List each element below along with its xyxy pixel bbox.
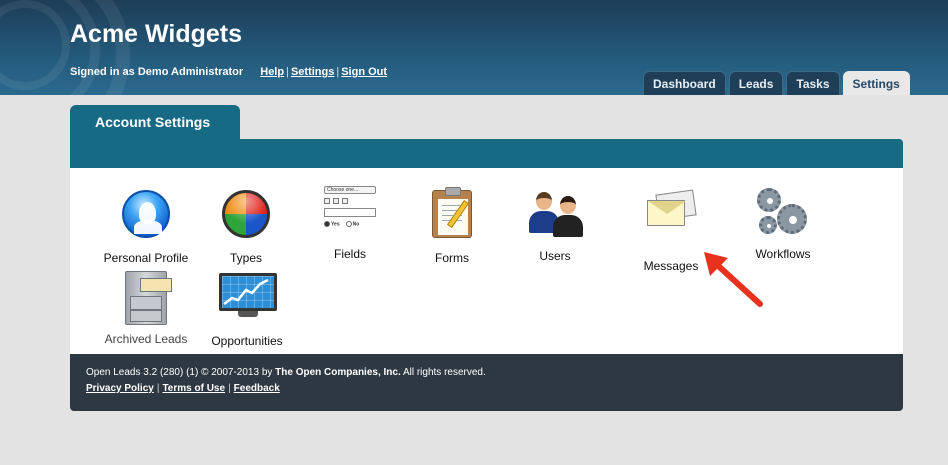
app-header: Acme Widgets Signed in as Demo Administr…: [0, 0, 948, 95]
settings-item-label: Users: [539, 249, 571, 263]
form-fields-icon: Choose one... Yes No: [322, 186, 378, 242]
settings-item-label: Types: [229, 251, 262, 265]
settings-item-forms[interactable]: Forms: [397, 186, 507, 265]
settings-item-label: Fields: [333, 247, 366, 261]
clipboard-icon: [424, 187, 480, 246]
footer: Open Leads 3.2 (280) (1) © 2007-2013 by …: [70, 354, 903, 411]
help-link[interactable]: Help: [260, 66, 284, 78]
separator: |: [156, 383, 160, 394]
settings-panel: Personal Profile Types Choose one... Yes…: [70, 168, 903, 354]
footer-links: Privacy Policy | Terms of Use | Feedback: [86, 381, 887, 397]
privacy-policy-link[interactable]: Privacy Policy: [86, 383, 154, 394]
feedback-link[interactable]: Feedback: [234, 383, 280, 394]
signin-bar: Signed in as Demo Administrator Help | Set…: [70, 66, 387, 78]
tab-settings[interactable]: Settings: [842, 71, 910, 95]
tab-account-settings[interactable]: Account Settings: [70, 105, 240, 139]
settings-item-personal-profile[interactable]: Personal Profile: [91, 186, 201, 265]
settings-link[interactable]: Settings: [291, 66, 334, 78]
chart-monitor-icon: [219, 273, 277, 329]
color-orb-icon: [218, 190, 274, 246]
envelopes-icon: [643, 189, 699, 254]
app-title: Acme Widgets: [70, 20, 243, 48]
main-tabs: Dashboard Leads Tasks Settings: [643, 71, 910, 95]
content-area: Account Settings Personal Profile Types …: [0, 95, 948, 465]
tab-tasks[interactable]: Tasks: [786, 71, 840, 95]
settings-item-types[interactable]: Types: [191, 186, 301, 265]
settings-item-label: Archived Leads: [104, 332, 188, 346]
users-icon: [527, 188, 583, 244]
copyright-text: Open Leads 3.2 (280) (1) © 2007-2013 by …: [86, 367, 486, 378]
settings-item-users[interactable]: Users: [500, 186, 610, 263]
fields-icon-select: Choose one...: [324, 186, 376, 194]
settings-item-fields[interactable]: Choose one... Yes No Fields: [295, 186, 405, 261]
fields-icon-no: No: [352, 221, 360, 228]
settings-item-archived-leads[interactable]: Archived Leads: [91, 271, 201, 346]
separator: |: [286, 66, 289, 78]
settings-item-label: Forms: [435, 251, 469, 265]
separator: |: [336, 66, 340, 78]
terms-of-use-link[interactable]: Terms of Use: [162, 383, 225, 394]
panel-header-bar: [70, 139, 903, 168]
tab-leads[interactable]: Leads: [728, 71, 784, 95]
user-profile-icon: [118, 190, 174, 246]
sign-out-link[interactable]: Sign Out: [341, 66, 387, 78]
company-name: The Open Companies, Inc.: [275, 367, 401, 378]
tab-dashboard[interactable]: Dashboard: [643, 71, 726, 95]
settings-item-label: Opportunities: [211, 334, 283, 348]
separator: |: [228, 383, 231, 394]
file-cabinet-icon: [118, 271, 174, 327]
annotation-arrow-icon: [704, 252, 763, 307]
settings-item-label: Personal Profile: [103, 251, 189, 265]
gears-icon: [755, 186, 811, 242]
settings-item-opportunities[interactable]: Opportunities: [192, 271, 302, 348]
signed-in-text: Signed in as Demo Administrator: [70, 66, 244, 78]
fields-icon-yes: Yes: [331, 221, 340, 228]
